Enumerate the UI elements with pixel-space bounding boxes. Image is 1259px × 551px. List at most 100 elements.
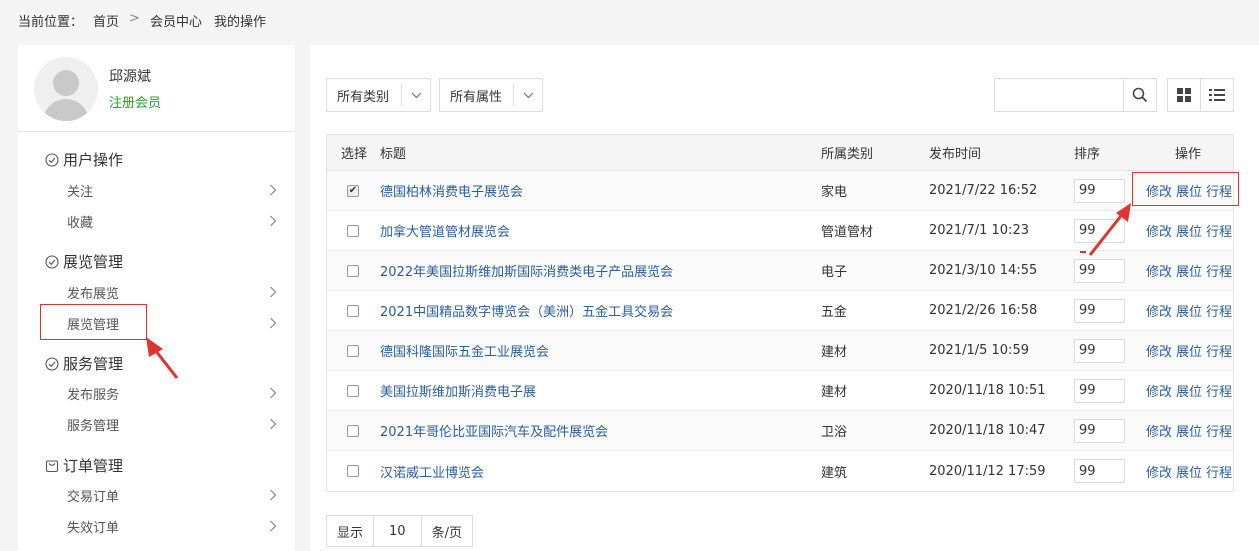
header-time: 发布时间 bbox=[929, 147, 982, 162]
row-itinerary-link[interactable]: 行程 bbox=[1206, 381, 1232, 400]
chevron-down-icon bbox=[514, 92, 542, 99]
row-booth-link[interactable]: 展位 bbox=[1176, 221, 1202, 240]
row-checkbox[interactable] bbox=[347, 304, 359, 317]
menu-group-orders: 订单管理 bbox=[45, 455, 123, 476]
bag-icon bbox=[45, 459, 59, 472]
row-sort-input[interactable] bbox=[1074, 459, 1125, 483]
chevron-right-icon bbox=[270, 286, 277, 298]
breadcrumb-separator: > bbox=[129, 11, 140, 26]
row-itinerary-link[interactable]: 行程 bbox=[1206, 261, 1232, 280]
row-title-link[interactable]: 加拿大管道管材展览会 bbox=[380, 221, 510, 240]
row-category: 建材 bbox=[821, 385, 848, 400]
row-checkbox[interactable] bbox=[347, 264, 359, 277]
menu-group-title: 用户操作 bbox=[63, 151, 124, 169]
sidebar-item-label: 关注 bbox=[67, 184, 94, 200]
row-edit-link[interactable]: 修改 bbox=[1146, 341, 1172, 360]
breadcrumb-my-operations[interactable]: 我的操作 bbox=[214, 11, 266, 30]
row-edit-link[interactable]: 修改 bbox=[1146, 421, 1172, 440]
table-row: ✔德国柏林消费电子展览会家电2021/7/22 16:52修改展位行程 bbox=[327, 171, 1233, 211]
row-booth-link[interactable]: 展位 bbox=[1176, 301, 1202, 320]
avatar[interactable] bbox=[34, 57, 98, 121]
row-checkbox[interactable] bbox=[347, 224, 359, 237]
row-booth-link[interactable]: 展位 bbox=[1176, 341, 1202, 360]
category-select-value: 所有类别 bbox=[337, 89, 390, 105]
row-sort-input[interactable] bbox=[1074, 378, 1125, 403]
row-checkbox[interactable] bbox=[347, 424, 359, 437]
row-category: 家电 bbox=[821, 185, 848, 200]
breadcrumb-member-center[interactable]: 会员中心 bbox=[150, 11, 202, 30]
chevron-right-icon bbox=[270, 215, 277, 227]
table-row: 加拿大管道管材展览会 管道管材 2021/7/1 10:23 修改展位行程 bbox=[327, 211, 1233, 251]
row-checkbox[interactable] bbox=[347, 344, 359, 357]
row-edit-link[interactable]: 修改 bbox=[1146, 221, 1172, 240]
row-title-link[interactable]: 德国科隆国际五金工业展览会 bbox=[380, 341, 549, 360]
sidebar-item-publish-service[interactable]: 发布服务 bbox=[67, 381, 277, 405]
chevron-right-icon bbox=[270, 184, 277, 196]
table-row: 汉诺威工业博览会 建筑 2020/11/12 17:59 修改展位行程 bbox=[327, 451, 1233, 491]
row-category: 管道管材 bbox=[821, 225, 874, 240]
sidebar-item-service-management[interactable]: 服务管理 bbox=[67, 412, 277, 436]
chevron-right-icon bbox=[270, 489, 277, 501]
row-itinerary-link[interactable]: 行程 bbox=[1206, 301, 1232, 320]
menu-group-title: 展览管理 bbox=[63, 253, 124, 271]
header-category: 所属类别 bbox=[821, 147, 874, 162]
attribute-select[interactable]: 所有属性 bbox=[439, 78, 543, 112]
table-header: 选择 标题 所属类别 发布时间 排序 操作 bbox=[327, 135, 1233, 171]
search-icon bbox=[1132, 87, 1148, 103]
row-title-link[interactable]: 2021年哥伦比亚国际汽车及配件展览会 bbox=[380, 421, 608, 440]
row-sort-input[interactable] bbox=[1074, 298, 1125, 323]
row-itinerary-link[interactable]: 行程 bbox=[1206, 462, 1232, 481]
row-title-link[interactable]: 美国拉斯维加斯消费电子展 bbox=[380, 381, 536, 400]
breadcrumb-home[interactable]: 首页 bbox=[93, 11, 119, 30]
row-itinerary-link[interactable]: 行程 bbox=[1206, 221, 1232, 240]
sidebar-item-publish-exhibition[interactable]: 发布展览 bbox=[67, 280, 277, 304]
sidebar-item-favorites[interactable]: 收藏 bbox=[67, 209, 277, 233]
user-profile: 邱源斌 注册会员 bbox=[18, 45, 295, 132]
exhibition-table: 选择 标题 所属类别 发布时间 排序 操作 ✔ 德国柏林消费电子展览会 家电 2021… bbox=[326, 134, 1234, 492]
row-booth-link[interactable]: 展位 bbox=[1176, 462, 1202, 481]
list-view-button[interactable] bbox=[1200, 78, 1234, 112]
row-checkbox[interactable]: ✔ bbox=[347, 184, 359, 197]
row-edit-link[interactable]: 修改 bbox=[1146, 381, 1172, 400]
row-booth-link[interactable]: 展位 bbox=[1176, 381, 1202, 400]
header-actions: 操作 bbox=[1175, 147, 1202, 162]
user-level: 注册会员 bbox=[109, 96, 162, 111]
sidebar-item-expired-orders[interactable]: 失效订单 bbox=[67, 514, 277, 538]
row-sort-input[interactable] bbox=[1074, 258, 1125, 283]
row-title-link[interactable]: 2021中国精品数字博览会（美洲）五金工具交易会 bbox=[380, 301, 673, 320]
row-booth-link[interactable]: 展位 bbox=[1176, 261, 1202, 280]
row-title-link[interactable]: 汉诺威工业博览会 bbox=[380, 462, 484, 481]
row-itinerary-link[interactable]: 行程 bbox=[1206, 341, 1232, 360]
sidebar-item-follow[interactable]: 关注 bbox=[67, 178, 277, 202]
row-time: 2020/11/18 10:51 bbox=[929, 383, 1046, 398]
search-button[interactable] bbox=[1123, 79, 1156, 111]
row-edit-link[interactable]: 修改 bbox=[1146, 462, 1172, 481]
row-edit-link[interactable]: 修改 bbox=[1146, 301, 1172, 320]
row-time: 2021/2/26 16:58 bbox=[929, 303, 1038, 318]
row-sort-input[interactable] bbox=[1074, 218, 1125, 243]
page-size-select[interactable]: 10 bbox=[373, 516, 421, 546]
row-sort-input[interactable] bbox=[1074, 338, 1125, 363]
search-box bbox=[994, 78, 1157, 112]
row-checkbox[interactable] bbox=[347, 384, 359, 397]
highlight-box bbox=[1132, 172, 1239, 206]
row-title-link[interactable]: 2022年美国拉斯维加斯国际消费类电子产品展览会 bbox=[380, 261, 673, 280]
table-row: 美国拉斯维加斯消费电子展 建材 2020/11/18 10:51 修改展位行程 bbox=[327, 371, 1233, 411]
row-time: 2021/7/22 16:52 bbox=[929, 183, 1038, 198]
highlight-box bbox=[40, 304, 147, 340]
row-edit-link[interactable]: 修改 bbox=[1146, 261, 1172, 280]
chevron-right-icon bbox=[270, 418, 277, 430]
row-itinerary-link[interactable]: 行程 bbox=[1206, 421, 1232, 440]
row-sort-input[interactable] bbox=[1074, 178, 1125, 203]
search-input[interactable] bbox=[995, 79, 1123, 111]
row-sort-input[interactable] bbox=[1074, 418, 1125, 443]
grid-view-button[interactable] bbox=[1167, 78, 1201, 112]
row-title-link[interactable]: 德国柏林消费电子展览会 bbox=[380, 181, 523, 200]
row-booth-link[interactable]: 展位 bbox=[1176, 421, 1202, 440]
row-checkbox[interactable] bbox=[347, 465, 359, 477]
category-select[interactable]: 所有类别 bbox=[326, 78, 431, 112]
breadcrumb-label: 当前位置： bbox=[18, 15, 84, 30]
sidebar-item-label: 失效订单 bbox=[67, 520, 120, 536]
sidebar-item-trade-orders[interactable]: 交易订单 bbox=[67, 483, 277, 507]
menu-group-title: 服务管理 bbox=[63, 355, 124, 373]
